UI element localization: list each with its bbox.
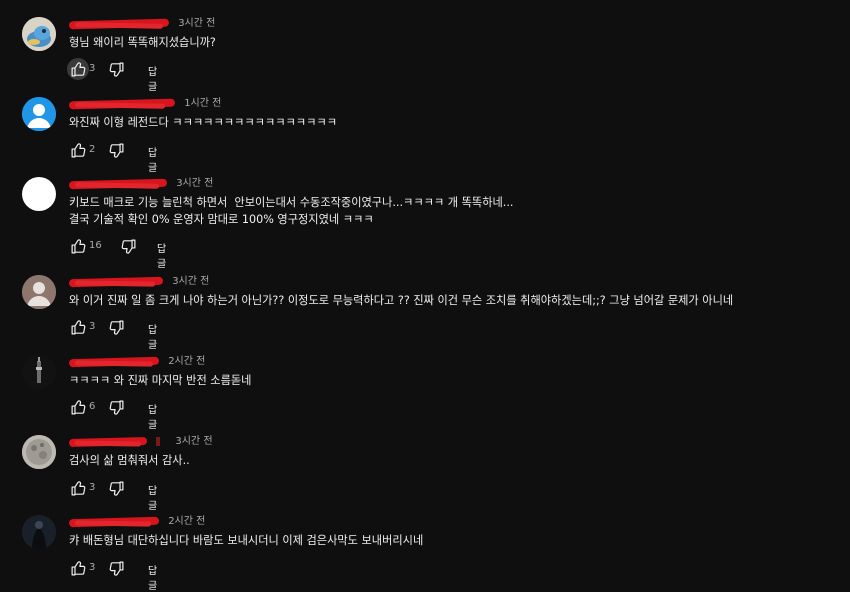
thumbs-up-icon <box>71 399 85 414</box>
thumbs-up-icon <box>71 480 85 495</box>
thumbs-down-icon <box>121 239 135 254</box>
dislike-button[interactable] <box>105 557 127 579</box>
like-count: 3 <box>89 482 96 493</box>
comment-header: 3시간 전 <box>68 275 209 291</box>
comment-header: 3시간 전 <box>68 435 213 451</box>
dislike-button[interactable] <box>105 58 127 80</box>
comment-text: 와 이거 진짜 일 좀 크게 나야 하는거 아닌가?? 이정도로 무능력하다고 … <box>69 294 734 307</box>
like-button[interactable] <box>67 316 89 338</box>
thumbs-down-icon <box>109 62 123 77</box>
comment-header: 3시간 전 <box>68 17 215 33</box>
avatar[interactable] <box>22 97 56 131</box>
comment-timestamp[interactable]: 3시간 전 <box>175 435 212 449</box>
dislike-button[interactable] <box>105 139 127 161</box>
comment-text: 캬 배돈형님 대단하십니다 바람도 보내시더니 이제 검은사막도 보내버리시네 <box>69 534 424 547</box>
redacted-username <box>68 275 165 289</box>
dislike-button[interactable] <box>117 235 139 257</box>
like-count: 16 <box>89 240 102 251</box>
comment-text: 검사의 삶 멈춰줘서 감사.. <box>69 454 190 467</box>
comment-header: 3시간 전 <box>68 177 213 193</box>
avatar[interactable] <box>22 355 56 389</box>
comment-text: 와진짜 이형 레전드다 ㅋㅋㅋㅋㅋㅋㅋㅋㅋㅋㅋㅋㅋㅋㅋㅋ <box>69 116 337 129</box>
thumbs-down-icon <box>109 481 123 496</box>
dislike-button[interactable] <box>105 316 127 338</box>
like-button[interactable] <box>67 58 89 80</box>
comment-header: 2시간 전 <box>68 355 205 371</box>
redacted-username <box>68 435 149 449</box>
avatar[interactable] <box>22 17 56 51</box>
thumbs-up-icon <box>71 319 85 334</box>
comment-timestamp[interactable]: 1시간 전 <box>184 97 221 111</box>
thumbs-down-icon <box>109 320 123 335</box>
like-button[interactable] <box>67 139 89 161</box>
reply-button[interactable]: 답글 <box>148 321 157 351</box>
redacted-username <box>68 355 161 369</box>
thumbs-down-icon <box>109 143 123 158</box>
reply-button[interactable]: 답글 <box>148 562 157 592</box>
reply-button[interactable]: 답글 <box>148 401 157 431</box>
like-button[interactable] <box>67 477 89 499</box>
avatar[interactable] <box>22 177 56 211</box>
redacted-username <box>68 177 169 191</box>
thumbs-up-icon <box>71 61 85 76</box>
comment-text: 키보드 매크로 기능 늘린척 하면서 안보이는대서 수동조작중이였구나...ㅋㅋ… <box>69 196 514 226</box>
dislike-button[interactable] <box>105 477 127 499</box>
thumbs-down-icon <box>109 400 123 415</box>
like-button[interactable] <box>67 396 89 418</box>
redacted-username <box>68 97 177 111</box>
thumbs-up-icon <box>71 142 85 157</box>
thumbs-up-icon <box>71 238 85 253</box>
comment-text: ㅋㅋㅋㅋ 와 진짜 마지막 반전 소름돋네 <box>69 374 252 387</box>
dislike-button[interactable] <box>105 396 127 418</box>
like-count: 3 <box>89 63 96 74</box>
thumbs-down-icon <box>109 561 123 576</box>
reply-button[interactable]: 답글 <box>148 63 157 93</box>
comment-timestamp[interactable]: 3시간 전 <box>178 17 215 31</box>
reply-button[interactable]: 답글 <box>148 482 157 512</box>
comment-header: 1시간 전 <box>68 97 221 113</box>
comment-timestamp[interactable]: 2시간 전 <box>168 515 205 529</box>
reply-button[interactable]: 답글 <box>157 240 166 270</box>
like-count: 3 <box>89 562 96 573</box>
like-count: 3 <box>89 321 96 332</box>
comment-header: 2시간 전 <box>68 515 205 531</box>
redacted-username <box>68 17 171 31</box>
comment-timestamp[interactable]: 3시간 전 <box>172 275 209 289</box>
reply-button[interactable]: 답글 <box>148 144 157 174</box>
redacted-username <box>68 515 161 529</box>
comment-timestamp[interactable]: 3시간 전 <box>176 177 213 191</box>
like-button[interactable] <box>67 557 89 579</box>
like-count: 6 <box>89 401 96 412</box>
avatar[interactable] <box>22 515 56 549</box>
comment-text: 형님 왜이리 똑똑해지셨습니까? <box>69 36 216 49</box>
like-count: 2 <box>89 144 96 155</box>
thumbs-up-icon <box>71 560 85 575</box>
badge-icon <box>156 437 161 446</box>
comment-timestamp[interactable]: 2시간 전 <box>168 355 205 369</box>
avatar[interactable] <box>22 275 56 309</box>
avatar[interactable] <box>22 435 56 469</box>
like-button[interactable] <box>67 235 89 257</box>
